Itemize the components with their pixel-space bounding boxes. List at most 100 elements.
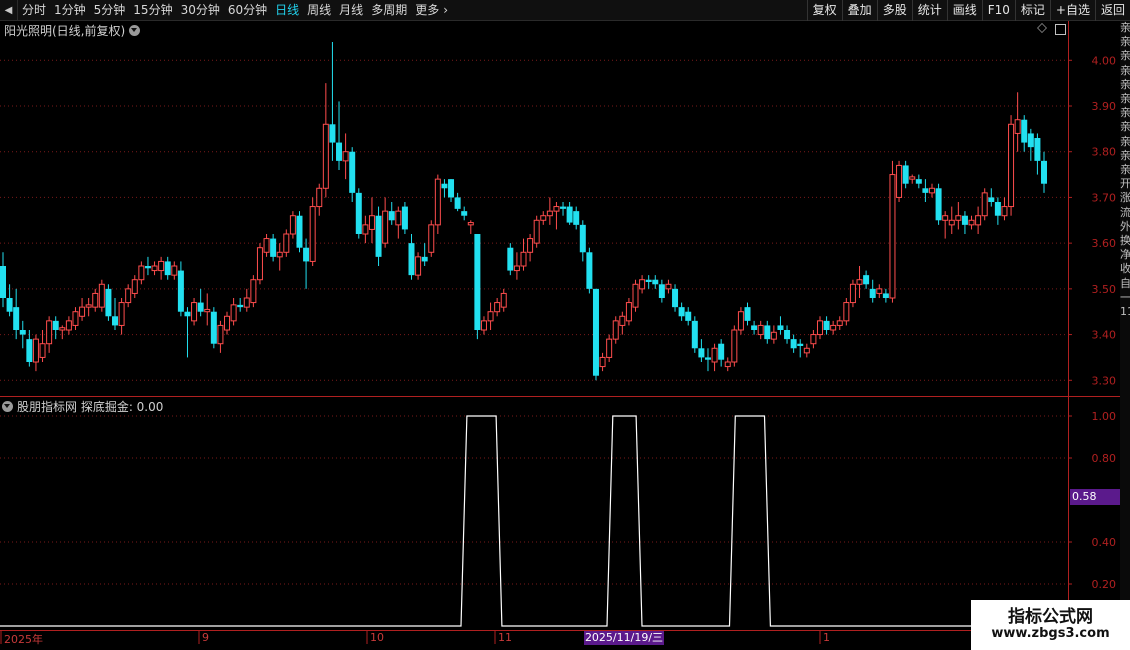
candle-body: [395, 210, 402, 226]
candle-body: [711, 347, 718, 363]
candle-body: [217, 324, 224, 345]
candle-body: [744, 307, 751, 321]
indicator-pane-title-row: 股朋指标网 探底掘金: 0.00: [2, 398, 163, 415]
candle-body: [1001, 206, 1008, 217]
price-label: 3.40: [1092, 329, 1117, 342]
candle-body: [480, 320, 487, 331]
candle-body: [764, 325, 771, 340]
candle-body: [592, 288, 599, 376]
chevron-down-icon[interactable]: [129, 25, 141, 36]
candle-body: [942, 215, 949, 221]
candle-body: [619, 315, 626, 326]
indicator-label: 1.00: [1092, 410, 1117, 423]
candle-body: [388, 211, 395, 221]
candle-body: [909, 176, 916, 180]
candle-body: [658, 284, 665, 298]
indicator-label: 0.20: [1092, 578, 1117, 591]
window-icon[interactable]: [1055, 24, 1066, 35]
time-label: 1: [823, 631, 830, 644]
candle-body: [204, 308, 211, 313]
time-label: 2025年: [4, 633, 43, 646]
candle-body: [975, 215, 982, 226]
candle-body: [138, 265, 145, 281]
candle-body: [876, 288, 883, 294]
candle-body: [500, 292, 507, 308]
candle-body: [210, 311, 217, 344]
candle-body: [994, 202, 1001, 216]
candle-body: [408, 243, 415, 276]
candle-body: [968, 219, 975, 226]
price-label: 3.60: [1092, 237, 1117, 250]
candle-body: [13, 307, 20, 330]
candle-body: [329, 124, 336, 143]
candle-body: [856, 279, 863, 285]
candle-body: [118, 302, 125, 326]
candle-body: [790, 339, 797, 349]
candle-body: [948, 219, 955, 226]
candle-body: [560, 206, 567, 209]
candle-body: [92, 292, 99, 308]
kline-chart[interactable]: 4.00 3.90 3.80 3.70 3.60 3.50 3.40 3.30 1.00 0.80…: [0, 0, 1130, 650]
watermark-url: www.zbgs3.com: [991, 626, 1110, 641]
candle-body: [731, 329, 738, 363]
candle-body: [401, 206, 408, 230]
candle-body: [770, 331, 777, 340]
candle-body: [902, 165, 909, 184]
candle-body: [672, 288, 679, 308]
candle-body: [685, 311, 692, 321]
candle-body: [243, 297, 250, 308]
candle-body: [303, 247, 310, 262]
candle-body: [546, 210, 553, 217]
candle-body: [184, 311, 191, 317]
side-info-strip: 亲亲亲亲亲亲亲亲亲亲亲开涨流外换净收自一1111111: [1120, 21, 1130, 631]
candle-body: [1008, 123, 1015, 208]
price-label: 3.90: [1092, 100, 1117, 113]
candle-body: [961, 215, 968, 225]
candle-body: [342, 151, 349, 162]
selected-date-badge: 2025/11/19/三: [584, 631, 664, 645]
candle-body: [230, 304, 237, 322]
candle-body: [737, 311, 744, 331]
main-pane-title-row: 阳光照明(日线,前复权): [4, 22, 141, 39]
candle-body: [849, 283, 856, 304]
candle-body: [1021, 119, 1028, 143]
candle-body: [757, 324, 764, 336]
candle-body: [586, 252, 593, 289]
price-label: 3.80: [1092, 146, 1117, 159]
chevron-down-icon[interactable]: [2, 401, 13, 412]
candle-body: [704, 357, 711, 360]
indicator-pane-title: 股朋指标网 探底掘金: 0.00: [17, 400, 164, 414]
candle-body: [224, 315, 231, 331]
candle-body: [65, 320, 72, 331]
candle-body: [316, 187, 323, 208]
candle-body: [428, 224, 435, 253]
candle-body: [151, 265, 158, 272]
candle-body: [863, 275, 870, 285]
candle-body: [553, 206, 560, 212]
candle-body: [263, 238, 270, 253]
candle-body: [52, 320, 59, 330]
candle-body: [810, 334, 817, 345]
candle-body: [362, 224, 369, 235]
candle-body: [289, 215, 296, 235]
candle-body: [256, 247, 263, 281]
candle-body: [0, 266, 6, 298]
candle-body: [579, 224, 586, 253]
price-label: 4.00: [1092, 54, 1117, 67]
candle-body: [665, 283, 672, 290]
time-label: 10: [370, 631, 384, 644]
candle-body: [237, 304, 244, 308]
candle-body: [144, 266, 151, 269]
candle-body: [981, 192, 988, 217]
grid-lines: [0, 59, 1068, 585]
candle-body: [355, 192, 362, 234]
candle-body: [652, 279, 659, 285]
candle-body: [935, 188, 942, 221]
candle-body: [639, 279, 646, 290]
candle-body: [843, 302, 850, 322]
candle-body: [751, 325, 758, 330]
candle-body: [19, 330, 26, 335]
candlestick-series: [0, 42, 1047, 381]
watermark: 指标公式网 www.zbgs3.com: [971, 600, 1130, 650]
candle-body: [573, 211, 580, 225]
